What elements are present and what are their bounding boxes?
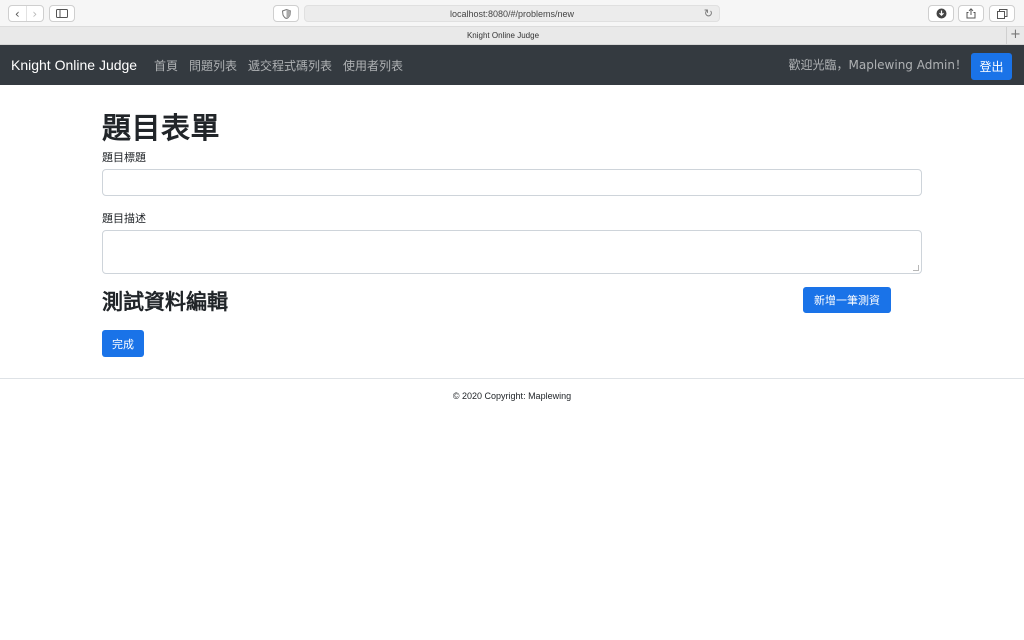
- testdata-heading: 測試資料編輯: [102, 290, 228, 314]
- title-field-label: 題目標題: [102, 151, 146, 164]
- chevron-right-icon: ›: [32, 6, 38, 21]
- back-button[interactable]: ‹: [9, 6, 26, 21]
- share-icon: [966, 8, 976, 19]
- problem-title-input[interactable]: [102, 169, 922, 196]
- nav-link-problems[interactable]: 問題列表: [189, 57, 237, 74]
- sidebar-toggle-button[interactable]: [49, 5, 75, 22]
- active-tab[interactable]: Knight Online Judge: [0, 27, 1006, 44]
- chevron-left-icon: ‹: [14, 6, 20, 21]
- add-testdata-button[interactable]: 新增一筆測資: [803, 287, 891, 313]
- plus-icon: +: [1010, 27, 1021, 42]
- logout-button[interactable]: 登出: [971, 53, 1012, 80]
- tab-bar: Knight Online Judge +: [0, 27, 1024, 45]
- downloads-button[interactable]: [928, 5, 954, 22]
- nav-link-submissions[interactable]: 遞交程式碼列表: [248, 57, 332, 74]
- done-button[interactable]: 完成: [102, 330, 144, 357]
- share-button[interactable]: [958, 5, 984, 22]
- download-icon: [936, 8, 946, 19]
- brand-link[interactable]: Knight Online Judge: [11, 45, 137, 85]
- page-title: 題目表單: [102, 111, 221, 145]
- tabs-icon: [996, 8, 1007, 19]
- resize-handle-icon[interactable]: [913, 265, 919, 271]
- reload-icon[interactable]: ↻: [704, 7, 713, 20]
- nav-link-users[interactable]: 使用者列表: [343, 57, 403, 74]
- problem-description-textarea[interactable]: [102, 230, 922, 274]
- footer-copyright: © 2020 Copyright: Maplewing: [452, 391, 572, 401]
- footer-divider: [0, 378, 1024, 379]
- description-label: 題目描述: [102, 212, 146, 225]
- shield-icon: [281, 8, 291, 19]
- forward-button[interactable]: ›: [25, 6, 44, 21]
- nav-links: 首頁 問題列表 遞交程式碼列表 使用者列表: [154, 45, 403, 85]
- url-text: localhost:8080/#/problems/new: [449, 8, 575, 19]
- navbar: Knight Online Judge 首頁 問題列表 遞交程式碼列表 使用者列…: [0, 45, 1024, 85]
- sidebar-icon: [56, 9, 68, 18]
- welcome-text: 歡迎光臨，Maplewing Admin！: [788, 58, 967, 72]
- nav-link-home[interactable]: 首頁: [154, 57, 178, 74]
- address-bar[interactable]: localhost:8080/#/problems/new ↻: [304, 5, 720, 22]
- tab-overview-button[interactable]: [989, 5, 1015, 22]
- history-nav: ‹ ›: [8, 5, 44, 22]
- browser-toolbar: ‹ › localhost:8080/#/problems/new ↻: [0, 0, 1024, 27]
- privacy-report-button[interactable]: [273, 5, 299, 22]
- new-tab-button[interactable]: +: [1006, 27, 1024, 44]
